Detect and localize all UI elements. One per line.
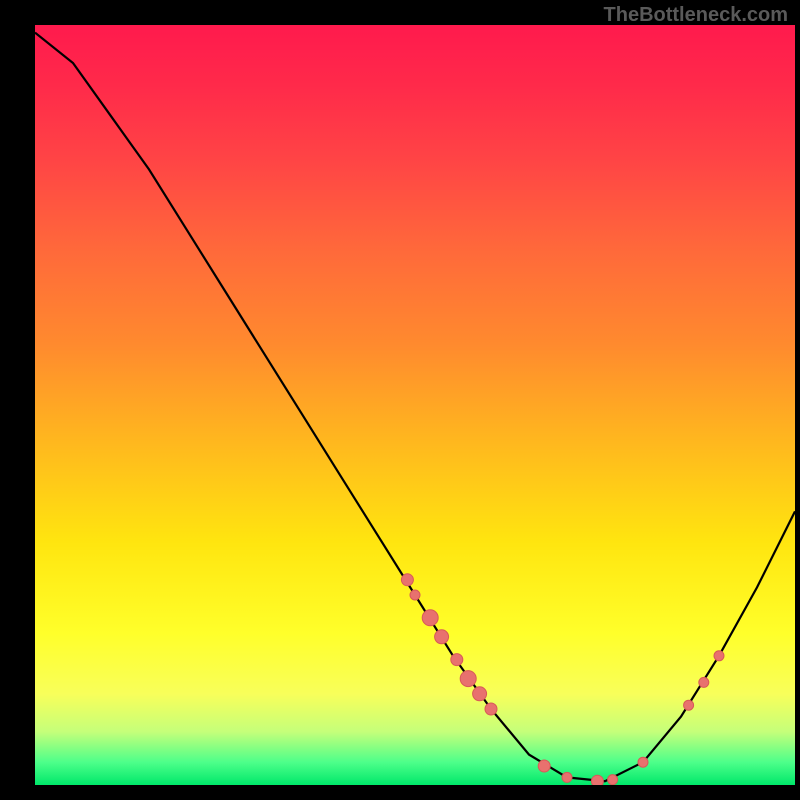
data-points	[401, 574, 724, 785]
data-point	[684, 700, 694, 710]
data-point	[451, 654, 463, 666]
data-point	[485, 703, 497, 715]
data-point	[591, 775, 603, 785]
data-point	[460, 671, 476, 687]
data-point	[473, 687, 487, 701]
data-point	[562, 772, 572, 782]
chart-svg	[35, 25, 795, 785]
data-point	[410, 590, 420, 600]
data-point	[638, 757, 648, 767]
data-point	[714, 651, 724, 661]
data-point	[435, 630, 449, 644]
data-point	[699, 677, 709, 687]
bottleneck-curve	[35, 33, 795, 782]
data-point	[538, 760, 550, 772]
watermark-text: TheBottleneck.com	[604, 4, 788, 27]
chart-area	[35, 25, 795, 785]
data-point	[401, 574, 413, 586]
data-point	[608, 775, 618, 785]
data-point	[422, 610, 438, 626]
